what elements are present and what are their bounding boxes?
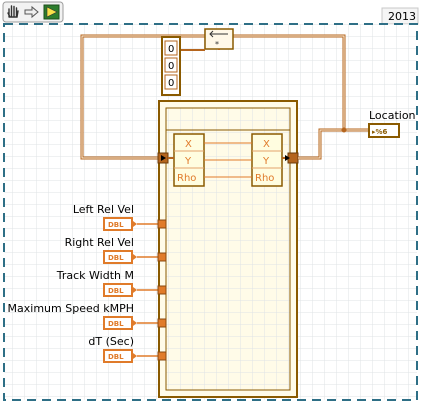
feedback-node[interactable]: * xyxy=(204,28,234,50)
bundle-y: Y xyxy=(262,156,270,167)
control-tunnel[interactable] xyxy=(157,219,167,229)
bundle-rho: Rho xyxy=(255,173,274,184)
unbundle-by-name[interactable]: X Y Rho xyxy=(173,133,205,187)
control-label: Right Rel Vel xyxy=(65,236,134,249)
location-label: Location xyxy=(369,109,416,122)
dbl-type-label: DBL xyxy=(108,221,124,229)
unbundle-y: Y xyxy=(184,156,192,167)
control-label: Track Width M xyxy=(56,269,134,282)
dbl-type-label: DBL xyxy=(108,287,124,295)
block-diagram: 2013 * 0 0 0 X Y Rho X Y Rho Location ▸%… xyxy=(0,0,421,404)
dbl-type-label: DBL xyxy=(108,254,124,262)
run-arrow-icon[interactable] xyxy=(43,4,60,20)
dbl-type-label: DBL xyxy=(108,353,124,361)
dbl-type-label: DBL xyxy=(108,320,124,328)
unbundle-rho: Rho xyxy=(177,173,196,184)
control-tunnel[interactable] xyxy=(157,351,167,361)
unbundle-x: X xyxy=(185,139,192,150)
wire-junction xyxy=(341,127,347,133)
bundle-by-name[interactable]: X Y Rho xyxy=(251,133,283,187)
location-terminal-label: ▸%6 xyxy=(372,128,388,136)
toolbar: 2013 xyxy=(0,0,421,25)
location-indicator[interactable]: ▸%6 xyxy=(368,123,400,138)
cluster-value-y: 0 xyxy=(168,61,174,72)
cluster-value-rho: 0 xyxy=(168,78,174,89)
control-tunnel[interactable] xyxy=(157,252,167,262)
cluster-value-x: 0 xyxy=(168,44,174,55)
svg-text:*: * xyxy=(215,40,219,49)
bundle-x: X xyxy=(263,139,270,150)
control-label: dT (Sec) xyxy=(88,335,134,348)
control-label: Maximum Speed kMPH xyxy=(8,302,134,315)
version-label: 2013 xyxy=(388,10,416,23)
control-label: Left Rel Vel xyxy=(73,203,134,216)
control-tunnel[interactable] xyxy=(157,285,167,295)
control-tunnel[interactable] xyxy=(157,318,167,328)
cluster-constant[interactable]: 0 0 0 xyxy=(161,36,181,96)
